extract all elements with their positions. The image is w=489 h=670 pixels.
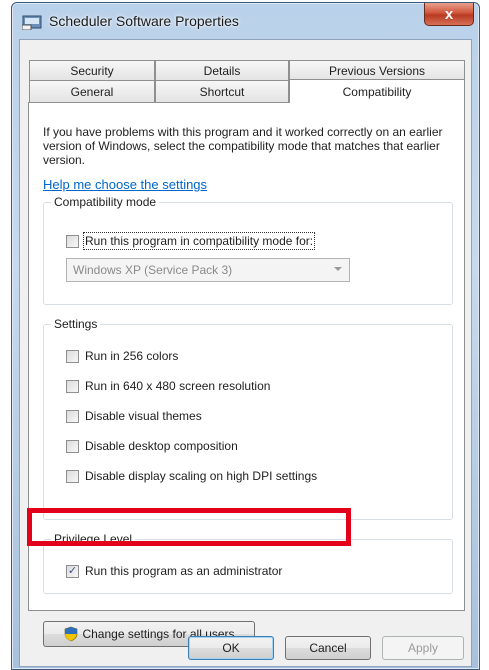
tab-label: Compatibility <box>342 84 412 99</box>
os-version-select[interactable]: Windows XP (Service Pack 3) <box>66 258 350 282</box>
dialog-client-area: Security Details Previous Versions Gener… <box>19 39 472 667</box>
checkbox-label: Run in 256 colors <box>85 349 179 363</box>
privilege-level-group: Privilege Level ✓ Run this program as an… <box>43 532 453 594</box>
button-label: OK <box>222 641 240 655</box>
tab-previous-versions[interactable]: Previous Versions <box>289 60 465 80</box>
compat-mode-checkbox[interactable] <box>66 234 79 248</box>
select-value: Windows XP (Service Pack 3) <box>73 263 233 277</box>
annotation-highlight-box <box>27 508 351 546</box>
checkbox-label: Disable desktop composition <box>85 439 238 453</box>
ok-button[interactable]: OK <box>188 636 274 660</box>
tab-security[interactable]: Security <box>29 60 155 80</box>
option-disable-visual-themes[interactable]: Disable visual themes <box>66 409 202 423</box>
cancel-button[interactable]: Cancel <box>285 636 371 660</box>
checkbox-label: Disable visual themes <box>85 409 202 423</box>
settings-group: Settings Run in 256 colors Run in 640 x … <box>43 317 453 520</box>
window-title: Scheduler Software Properties <box>49 13 239 29</box>
checkbox-label: Run in 640 x 480 screen resolution <box>85 379 271 393</box>
intro-text: If you have problems with this program a… <box>43 125 443 167</box>
checkbox-label: Run this program in compatibility mode f… <box>82 232 316 250</box>
checkbox[interactable] <box>66 469 79 483</box>
checkbox[interactable] <box>66 439 79 453</box>
button-label: Apply <box>407 641 439 655</box>
properties-dialog: Scheduler Software Properties x Security… <box>11 2 480 670</box>
apply-button[interactable]: Apply <box>382 636 464 660</box>
checkbox[interactable] <box>66 409 79 423</box>
option-640x480[interactable]: Run in 640 x 480 screen resolution <box>66 379 270 393</box>
tab-details[interactable]: Details <box>155 60 289 80</box>
close-icon: x <box>444 5 454 23</box>
tab-label: Details <box>203 63 241 78</box>
tab-label: Security <box>70 63 114 78</box>
compat-mode-checkbox-row[interactable]: Run this program in compatibility mode f… <box>66 232 316 250</box>
title-bar[interactable]: Scheduler Software Properties x <box>12 3 479 39</box>
tab-label: Shortcut <box>199 84 245 99</box>
compatibility-mode-group: Compatibility mode Run this program in c… <box>43 195 453 305</box>
checkbox[interactable] <box>66 379 79 393</box>
option-256-colors[interactable]: Run in 256 colors <box>66 349 178 363</box>
tab-shortcut[interactable]: Shortcut <box>155 80 289 102</box>
option-disable-desktop-composition[interactable]: Disable desktop composition <box>66 439 238 453</box>
app-icon <box>22 15 42 30</box>
checkbox-label: Run this program as an administrator <box>85 564 283 578</box>
tab-label: General <box>70 84 114 99</box>
group-label: Compatibility mode <box>51 195 160 209</box>
run-as-admin-checkbox[interactable]: ✓ <box>66 564 79 578</box>
group-label: Settings <box>51 317 101 331</box>
help-link[interactable]: Help me choose the settings <box>43 177 207 192</box>
run-as-admin-row[interactable]: ✓ Run this program as an administrator <box>66 564 282 578</box>
option-disable-dpi-scaling[interactable]: Disable display scaling on high DPI sett… <box>66 469 317 483</box>
tab-general[interactable]: General <box>29 80 155 102</box>
checkbox[interactable] <box>66 349 79 363</box>
checkmark-icon: ✓ <box>67 564 78 577</box>
button-label: Cancel <box>309 641 347 655</box>
tab-label: Previous Versions <box>328 63 426 78</box>
uac-shield-icon <box>65 626 78 642</box>
tab-compatibility[interactable]: Compatibility <box>289 79 465 103</box>
chevron-down-icon <box>334 267 342 271</box>
close-button[interactable]: x <box>424 3 474 26</box>
checkbox-label: Disable display scaling on high DPI sett… <box>85 469 318 483</box>
